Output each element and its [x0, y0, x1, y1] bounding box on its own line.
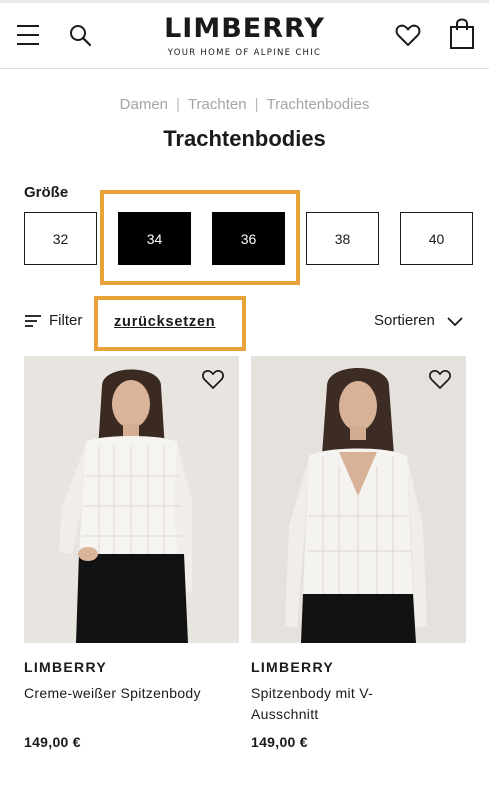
size-option-34[interactable]: 34 — [118, 212, 191, 265]
cart-button[interactable] — [449, 18, 475, 50]
size-option-36[interactable]: 36 — [212, 212, 285, 265]
product-photo — [251, 356, 466, 643]
size-option-38[interactable]: 38 — [306, 212, 379, 265]
product-card[interactable]: LIMBERRY Spitzenbody mit V-Ausschnitt 14… — [251, 356, 466, 750]
breadcrumb-item-trachten[interactable]: Trachten — [188, 96, 247, 113]
size-filter-label: Größe — [24, 184, 69, 201]
breadcrumb-item-damen[interactable]: Damen — [120, 96, 168, 113]
heart-icon — [395, 24, 421, 46]
logo-tagline: YOUR HOME OF ALPINE CHIC — [167, 48, 322, 58]
product-brand: LIMBERRY — [251, 659, 334, 675]
menu-icon-bar — [17, 34, 39, 36]
sort-dropdown[interactable]: Sortieren — [374, 312, 465, 329]
filter-button[interactable]: Filter — [25, 312, 82, 329]
search-icon — [70, 25, 92, 47]
wishlist-button[interactable] — [394, 21, 422, 49]
menu-button[interactable] — [17, 25, 39, 45]
product-photo — [24, 356, 239, 643]
logo[interactable]: LIMBERRY YOUR HOME OF ALPINE CHIC — [120, 13, 369, 58]
logo-text: LIMBERRY — [164, 13, 325, 44]
chevron-down-icon — [447, 316, 463, 326]
product-name[interactable]: Creme-weißer Spitzenbody — [24, 683, 239, 704]
sort-label: Sortieren — [374, 312, 435, 329]
search-button[interactable] — [66, 21, 94, 49]
product-card[interactable]: LIMBERRY Creme-weißer Spitzenbody 149,00… — [24, 356, 239, 750]
breadcrumb-separator: | — [176, 96, 180, 113]
shopping-bag-icon — [450, 18, 474, 49]
heart-icon[interactable] — [201, 368, 225, 390]
breadcrumb-separator: | — [254, 96, 259, 113]
filter-sort-bar: Filter zurücksetzen Sortieren — [0, 308, 489, 336]
page-title: Trachtenbodies — [163, 126, 326, 151]
breadcrumb-item-trachtenbodies[interactable]: Trachtenbodies — [266, 96, 369, 113]
product-image[interactable] — [251, 356, 466, 643]
size-option-40[interactable]: 40 — [400, 212, 473, 265]
heart-icon[interactable] — [428, 368, 452, 390]
menu-icon-bar — [17, 25, 39, 27]
size-option-32[interactable]: 32 — [24, 212, 97, 265]
filter-label: Filter — [49, 312, 83, 329]
menu-icon-bar — [17, 43, 39, 45]
product-brand: LIMBERRY — [24, 659, 107, 675]
breadcrumb: Damen | Trachten | Trachtenbodies — [0, 96, 489, 113]
product-price: 149,00 € — [24, 734, 81, 750]
reset-filters-link[interactable]: zurücksetzen — [114, 314, 215, 330]
product-price: 149,00 € — [251, 734, 308, 750]
filter-icon — [25, 314, 41, 327]
product-name[interactable]: Spitzenbody mit V-Ausschnitt — [251, 683, 421, 725]
product-image[interactable] — [24, 356, 239, 643]
site-header: LIMBERRY YOUR HOME OF ALPINE CHIC — [0, 3, 489, 69]
